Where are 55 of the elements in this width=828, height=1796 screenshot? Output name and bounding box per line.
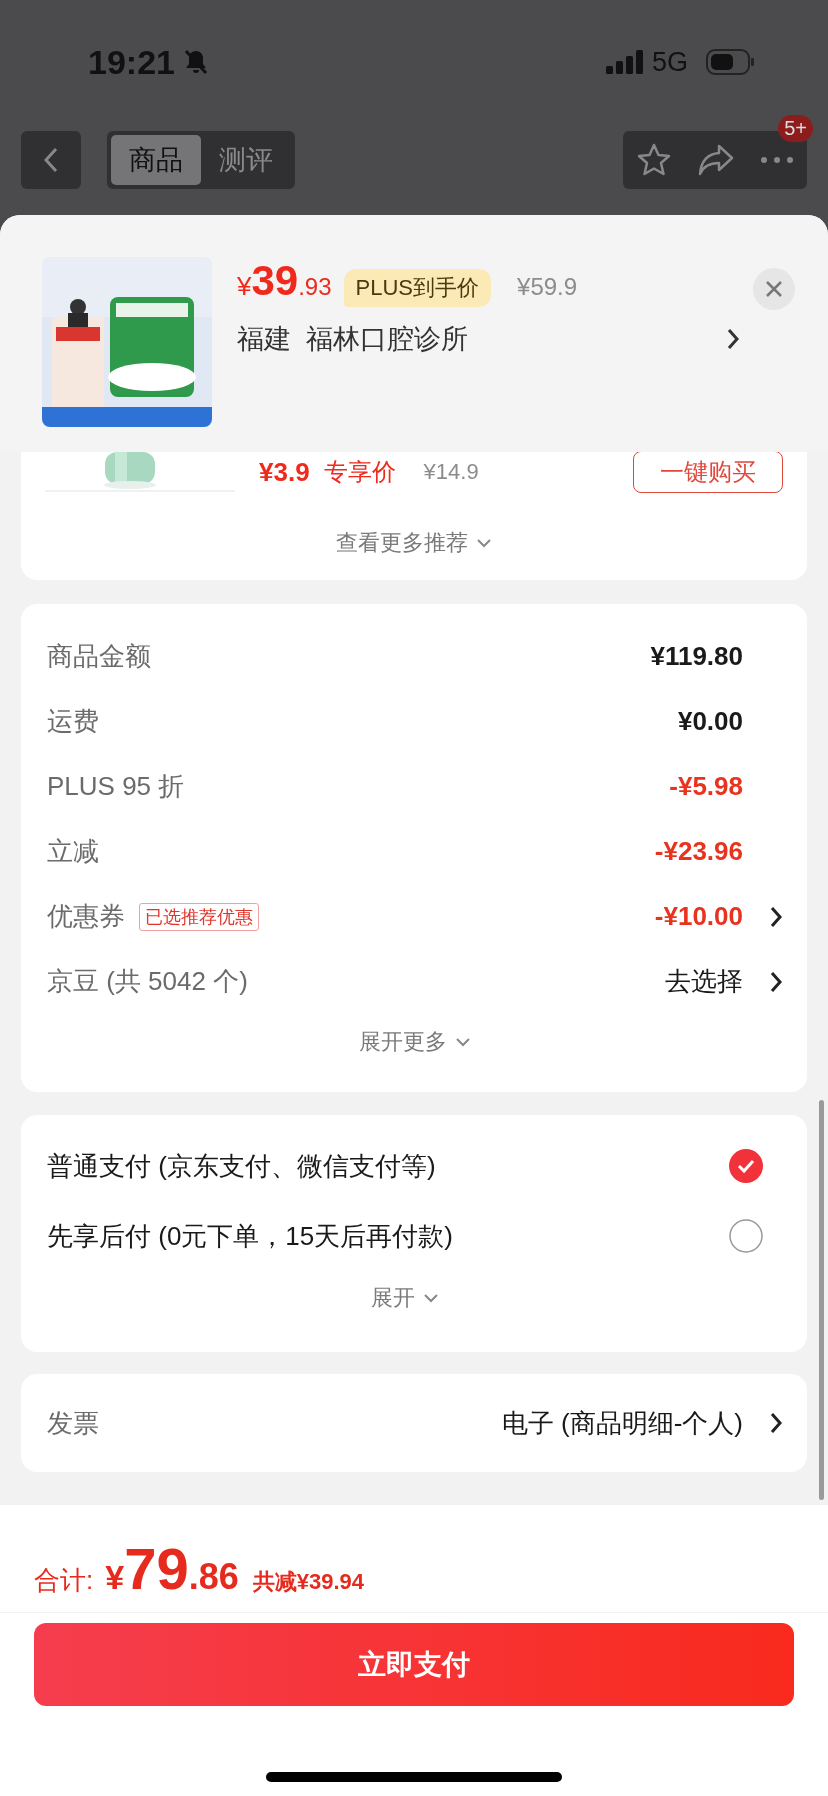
row-value: ¥119.80 <box>650 641 743 672</box>
chevron-right-icon[interactable] <box>769 969 783 994</box>
chevron-right-icon[interactable] <box>726 327 740 351</box>
star-icon[interactable] <box>635 142 672 178</box>
notification-badge: 5+ <box>778 115 813 142</box>
radio-checked-icon[interactable] <box>729 1149 763 1183</box>
total-label: 合计: <box>34 1564 94 1597</box>
back-button[interactable] <box>21 131 81 189</box>
row-value: -¥5.98 <box>669 771 743 802</box>
row-value: ¥0.00 <box>677 706 743 737</box>
row-label: 运费 <box>47 705 99 738</box>
expand-link[interactable]: 展开 <box>367 1275 443 1321</box>
row-value: -¥23.96 <box>654 836 743 867</box>
recommend-price: ¥3.9 <box>259 456 310 488</box>
payment-option[interactable]: 普通支付 (京东支付、微信支付等) <box>47 1148 436 1184</box>
invoice-label: 发票 <box>47 1406 99 1440</box>
pay-button[interactable]: 立即支付 <box>34 1623 794 1706</box>
price: ¥39.93 <box>237 257 332 305</box>
bell-muted-icon <box>182 48 209 76</box>
row-label: 商品金额 <box>47 640 151 673</box>
radio-icon[interactable] <box>729 1219 763 1253</box>
close-icon[interactable] <box>765 280 783 298</box>
coupon-tag: 已选推荐优惠 <box>139 902 259 931</box>
tab[interactable]: 测评 <box>201 135 291 185</box>
chevron-down-icon[interactable] <box>423 1293 439 1303</box>
row-label: 京豆 (共 5042 个) <box>47 965 248 998</box>
address[interactable]: 福建 福林口腔诊所 <box>237 321 726 357</box>
chevron-down-icon[interactable] <box>455 1037 471 1047</box>
close-button[interactable] <box>753 268 795 310</box>
more-recommendations-link[interactable]: 查看更多推荐 <box>332 520 496 566</box>
total-price: ¥79.86 <box>105 1535 239 1602</box>
status-time: 19:21 <box>88 42 175 82</box>
chevron-right-icon[interactable] <box>769 1411 783 1435</box>
payment-option[interactable]: 先享后付 (0元下单，15天后再付款) <box>47 1218 453 1254</box>
row-value[interactable]: 去选择 <box>665 964 743 999</box>
invoice-value[interactable]: 电子 (商品明细-个人) <box>501 1405 743 1441</box>
row-label: PLUS 95 折 <box>47 770 185 803</box>
signal-icon <box>605 50 644 74</box>
chevron-right-icon[interactable] <box>769 904 783 929</box>
row-label: 立减 <box>47 835 99 868</box>
plus-price-tag: PLUS到手价 <box>343 269 492 307</box>
chevron-down-icon[interactable] <box>476 538 492 548</box>
more-icon[interactable] <box>760 156 795 164</box>
network-label: 5G <box>651 46 688 78</box>
tab[interactable]: 商品 <box>111 135 201 185</box>
original-price: ¥14.9 <box>423 459 479 485</box>
original-price: ¥59.9 <box>517 273 578 301</box>
row-value[interactable]: -¥10.00 <box>654 901 743 932</box>
row-label: 优惠券 <box>47 900 125 933</box>
share-icon[interactable] <box>697 143 735 177</box>
price-label: 专享价 <box>323 457 396 487</box>
battery-icon <box>706 49 754 75</box>
expand-more-link[interactable]: 展开更多 <box>355 1014 475 1070</box>
discount-total: 共减¥39.94 <box>252 1568 364 1596</box>
buy-button[interactable]: 一键购买 <box>633 451 783 493</box>
